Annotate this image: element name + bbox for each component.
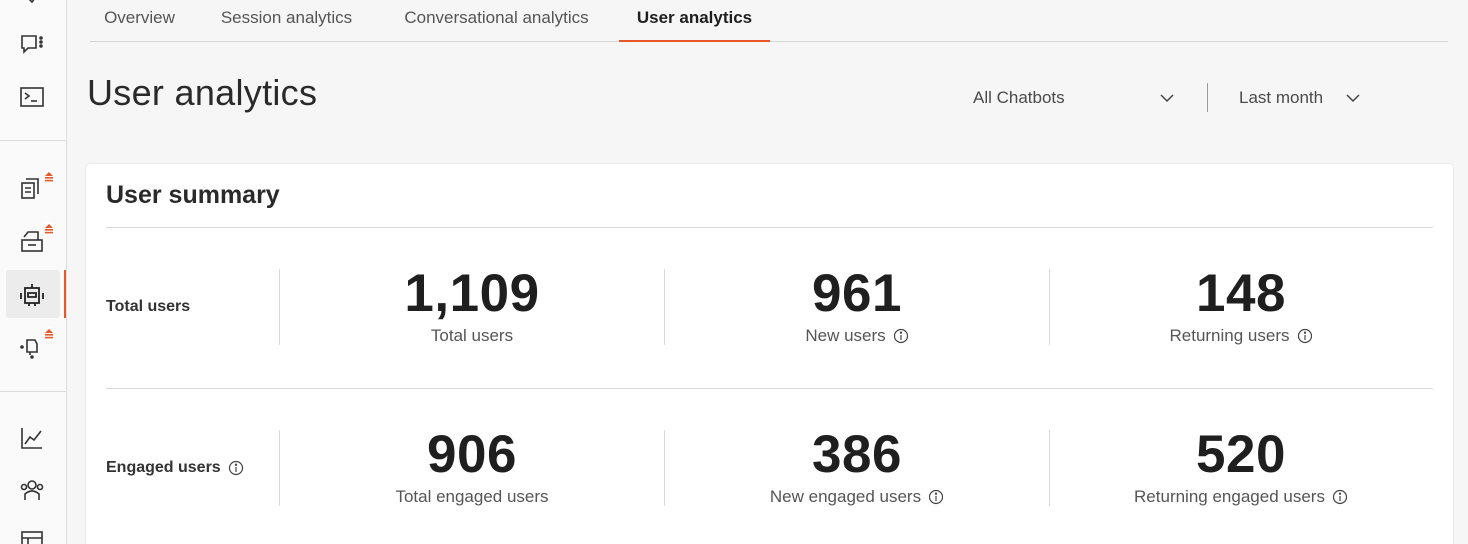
info-icon[interactable] bbox=[228, 460, 244, 476]
info-icon[interactable] bbox=[893, 328, 909, 344]
metric-total-engaged-users: 906 Total engaged users bbox=[280, 425, 664, 507]
active-indicator bbox=[64, 270, 66, 318]
row-label-text: Engaged users bbox=[106, 459, 221, 476]
metric-caption: New engaged users bbox=[769, 487, 922, 506]
row-label-total-users: Total users bbox=[106, 298, 190, 316]
filter-divider bbox=[1207, 83, 1208, 112]
info-icon[interactable] bbox=[1332, 489, 1348, 505]
analytics-icon[interactable] bbox=[16, 422, 48, 454]
metric-caption: Returning users bbox=[1169, 326, 1290, 345]
period-filter-dropdown[interactable]: Last month bbox=[1239, 84, 1364, 112]
upgrade-badge-icon bbox=[42, 170, 56, 184]
terminal-icon[interactable] bbox=[16, 81, 48, 113]
analytics-tabs: Overview Session analytics Conversationa… bbox=[90, 0, 1448, 42]
divider bbox=[106, 227, 1433, 228]
chatbot-filter-value: All Chatbots bbox=[973, 88, 1065, 107]
period-filter-value: Last month bbox=[1239, 88, 1324, 107]
info-icon[interactable] bbox=[1297, 328, 1313, 344]
divider bbox=[106, 388, 1433, 389]
card-title: User summary bbox=[106, 181, 280, 209]
layout-icon[interactable] bbox=[16, 526, 48, 544]
metric-caption: Total users bbox=[430, 326, 514, 345]
tab-overview[interactable]: Overview bbox=[100, 0, 179, 42]
metric-value: 386 bbox=[812, 425, 902, 484]
row-label-text: Total users bbox=[106, 298, 191, 315]
tab-conversational-analytics[interactable]: Conversational analytics bbox=[396, 0, 597, 42]
chatbot-filter-dropdown[interactable]: All Chatbots bbox=[973, 84, 1178, 112]
tab-session-analytics[interactable]: Session analytics bbox=[215, 0, 358, 42]
metric-returning-engaged-users: 520 Returning engaged users bbox=[1049, 425, 1433, 507]
chevron-down-icon bbox=[1159, 90, 1175, 111]
users-icon[interactable] bbox=[16, 474, 48, 506]
metric-total-users: 1,109 Total users bbox=[280, 264, 664, 346]
row-label-engaged-users: Engaged users bbox=[106, 459, 244, 477]
metric-value: 148 bbox=[1196, 264, 1286, 323]
user-summary-card: User summary Total users 1,109 Total use… bbox=[86, 164, 1453, 544]
metric-value: 906 bbox=[427, 425, 517, 484]
metric-caption: New users bbox=[805, 326, 886, 345]
metric-returning-users: 148 Returning users bbox=[1049, 264, 1433, 346]
metric-caption: Returning engaged users bbox=[1134, 487, 1325, 506]
metric-value: 1,109 bbox=[404, 264, 540, 323]
upgrade-badge-icon bbox=[42, 327, 56, 341]
metric-new-users: 961 New users bbox=[665, 264, 1049, 346]
metric-value: 961 bbox=[812, 264, 902, 323]
upgrade-badge-icon bbox=[42, 222, 56, 236]
bot-icon[interactable] bbox=[16, 278, 48, 310]
metric-new-engaged-users: 386 New engaged users bbox=[665, 425, 1049, 507]
metric-value: 520 bbox=[1196, 425, 1286, 484]
metric-caption: Total engaged users bbox=[395, 487, 549, 506]
info-icon[interactable] bbox=[928, 489, 944, 505]
chevron-down-icon bbox=[1345, 90, 1361, 111]
left-nav-rail bbox=[0, 0, 67, 544]
chat-icon[interactable] bbox=[16, 28, 48, 60]
check-icon[interactable] bbox=[16, 0, 48, 16]
tab-user-analytics[interactable]: User analytics bbox=[619, 0, 770, 42]
page-title: User analytics bbox=[87, 72, 318, 113]
